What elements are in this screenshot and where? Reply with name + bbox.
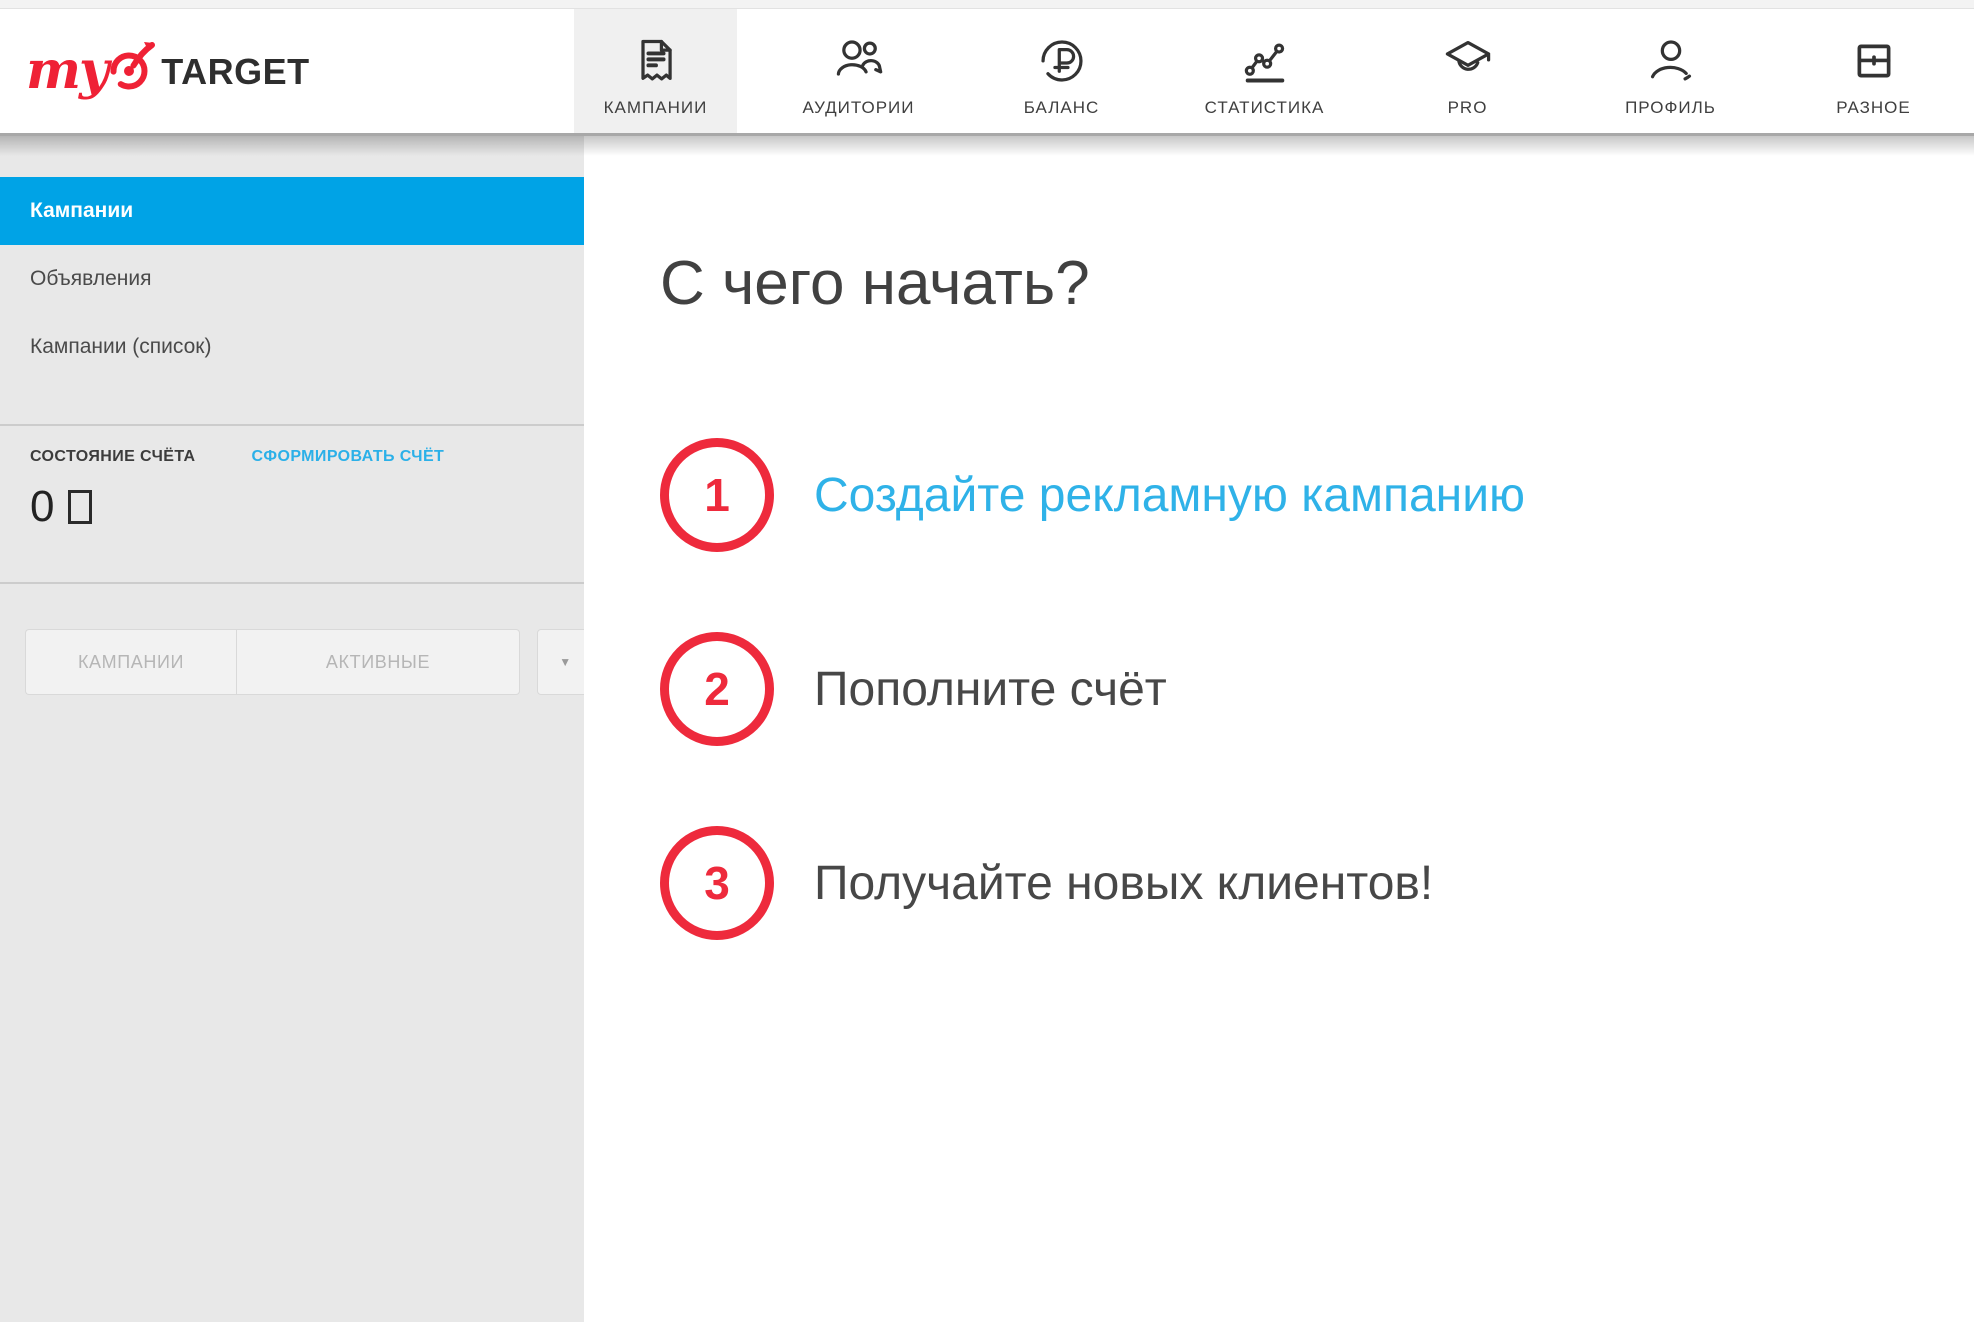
main-area: С чего начать? 1 Создайте рекламную камп… [584, 136, 1974, 1322]
campaign-filters: КАМПАНИИ АКТИВНЫЕ ▼ [25, 629, 594, 695]
step-number: 3 [704, 856, 730, 910]
nav-item-profile[interactable]: ПРОФИЛЬ [1589, 9, 1752, 133]
users-icon [833, 33, 885, 89]
line-chart-icon [1239, 33, 1291, 89]
currency-missing-glyph-icon [68, 490, 92, 524]
step-get-clients-text: Получайте новых клиентов! [814, 856, 1433, 911]
sidebar-item-ads[interactable]: Объявления [0, 245, 584, 313]
header: my TARGET КАМПАНИИ [0, 9, 1974, 136]
step-create-campaign: 1 Создайте рекламную кампанию [660, 438, 1974, 552]
briefcase-icon [1848, 33, 1900, 89]
step-number: 2 [704, 662, 730, 716]
divider [0, 582, 584, 584]
step-get-clients: 3 Получайте новых клиентов! [660, 826, 1974, 940]
step-number-badge: 1 [660, 438, 774, 552]
sidebar-item-campaigns[interactable]: Кампании [0, 177, 584, 245]
nav-item-misc[interactable]: РАЗНОЕ [1792, 9, 1955, 133]
create-campaign-link[interactable]: Создайте рекламную кампанию [814, 468, 1525, 523]
target-dart-icon [103, 41, 157, 95]
mytarget-app: my TARGET КАМПАНИИ [0, 0, 1974, 1322]
step-number-badge: 2 [660, 632, 774, 746]
nav-label: КАМПАНИИ [604, 98, 708, 118]
graduation-cap-icon [1442, 33, 1494, 89]
main-panel: С чего начать? 1 Создайте рекламную камп… [584, 154, 1974, 1322]
nav-label: БАЛАНС [1024, 98, 1100, 118]
nav-label: АУДИТОРИИ [803, 98, 915, 118]
nav-item-pro[interactable]: PRO [1386, 9, 1549, 133]
balance-value: 0 [30, 482, 54, 532]
step-number-badge: 3 [660, 826, 774, 940]
nav-item-audiences[interactable]: АУДИТОРИИ [777, 9, 940, 133]
divider [0, 424, 584, 426]
chevron-down-icon: ▼ [559, 655, 571, 669]
sidebar-item-campaigns-list[interactable]: Кампании (список) [0, 313, 584, 381]
filter-active-button[interactable]: АКТИВНЫЕ [236, 629, 520, 695]
person-icon [1645, 33, 1697, 89]
nav-item-balance[interactable]: БАЛАНС [980, 9, 1143, 133]
sidebar-menu: Кампании Объявления Кампании (список) [0, 177, 584, 381]
logo-target-text: TARGET [161, 51, 309, 93]
nav-item-campaigns[interactable]: КАМПАНИИ [574, 9, 737, 133]
account-state-label: СОСТОЯНИЕ СЧЁТА [30, 448, 195, 466]
nav-item-statistics[interactable]: СТАТИСТИКА [1183, 9, 1346, 133]
account-balance: 0 [30, 482, 564, 532]
top-nav: КАМПАНИИ АУДИТОРИИ [574, 9, 1955, 133]
document-icon [630, 33, 682, 89]
logo-my-script: my [26, 45, 107, 97]
step-top-up: 2 Пополните счёт [660, 632, 1974, 746]
filter-campaigns-button[interactable]: КАМПАНИИ [25, 629, 236, 695]
step-top-up-text: Пополните счёт [814, 662, 1167, 717]
top-strip [0, 0, 1974, 9]
mytarget-logo[interactable]: my TARGET [26, 41, 310, 101]
account-section: СОСТОЯНИЕ СЧЁТА СФОРМИРОВАТЬ СЧЁТ 0 [30, 448, 564, 532]
nav-label: ПРОФИЛЬ [1625, 98, 1716, 118]
step-number: 1 [704, 468, 730, 522]
nav-label: РАЗНОЕ [1836, 98, 1910, 118]
generate-invoice-link[interactable]: СФОРМИРОВАТЬ СЧЁТ [251, 448, 444, 466]
page-title: С чего начать? [660, 250, 1974, 318]
nav-label: СТАТИСТИКА [1205, 98, 1325, 118]
nav-label: PRO [1448, 98, 1488, 118]
sidebar: Кампании Объявления Кампании (список) СО… [0, 136, 584, 1322]
body: Кампании Объявления Кампании (список) СО… [0, 136, 1974, 1322]
ruble-circle-icon [1036, 33, 1088, 89]
